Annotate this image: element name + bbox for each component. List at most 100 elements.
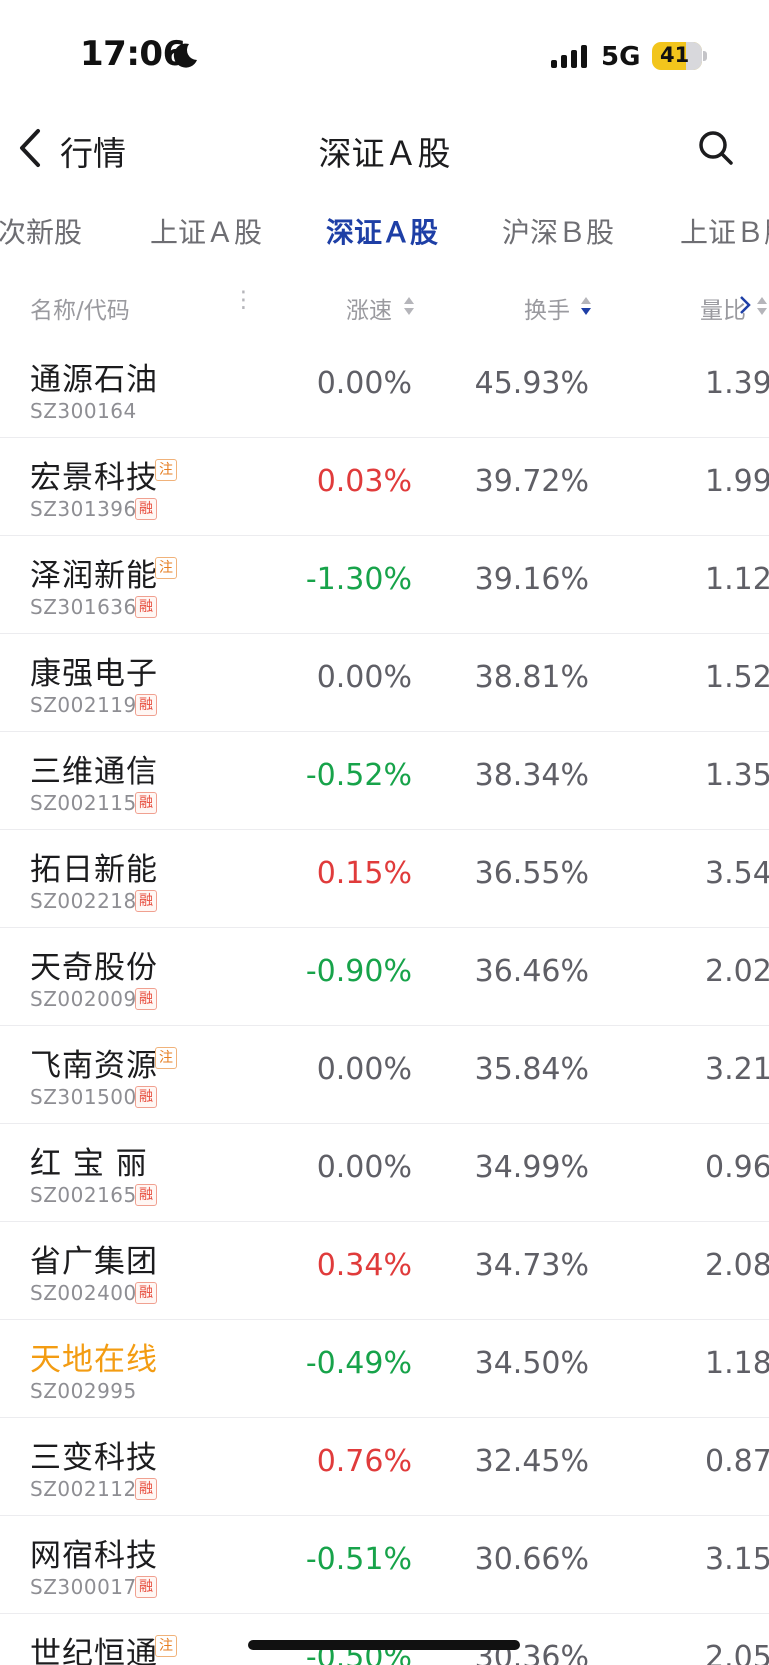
stock-row[interactable]: 泽润新能注 SZ301636 融 -1.30% 39.16% 1.12 (0, 536, 769, 634)
column-settings-icon[interactable]: ⋮ (232, 287, 255, 313)
turnover-value: 32.45% (474, 1444, 589, 1479)
nav-bar: 行情 深证Ａ股 (0, 105, 769, 190)
turnover-value: 30.66% (474, 1542, 589, 1577)
volume-ratio-value: 1.39 (705, 366, 769, 401)
turnover-value: 38.81% (474, 660, 589, 695)
stock-name: 飞南资源 (30, 1048, 158, 1084)
turnover-value: 34.99% (474, 1150, 589, 1185)
registration-badge: 注 (155, 557, 177, 579)
volume-ratio-value: 2.05 (705, 1640, 769, 1665)
stock-row[interactable]: 天地在线 SZ002995 -0.49% 34.50% 1.18 (0, 1320, 769, 1418)
stock-name: 泽润新能 (30, 558, 158, 594)
stock-row[interactable]: 通源石油 SZ300164 0.00% 45.93% 1.39 (0, 340, 769, 438)
turnover-value: 39.16% (474, 562, 589, 597)
margin-trading-badge: 融 (135, 1282, 157, 1304)
margin-trading-badge: 融 (135, 890, 157, 912)
signal-icon (551, 45, 587, 68)
stock-code: SZ002218 (30, 889, 137, 913)
stock-row[interactable]: 拓日新能 SZ002218 融 0.15% 36.55% 3.54 (0, 830, 769, 928)
volume-ratio-value: 0.96 (705, 1150, 769, 1185)
battery-icon: 41 (652, 42, 702, 70)
stock-code: SZ002165 (30, 1183, 137, 1207)
sort-icon[interactable] (403, 296, 415, 316)
volume-ratio-value: 3.21 (705, 1052, 769, 1087)
column-turnover[interactable]: 换手 (524, 291, 570, 325)
margin-trading-badge: 融 (135, 694, 157, 716)
change-speed-value: 0.34% (316, 1248, 412, 1283)
tab-cixingu[interactable]: 次新股 (0, 211, 82, 251)
stock-name: 三变科技 (30, 1440, 158, 1476)
volume-ratio-value: 2.02 (705, 954, 769, 989)
tab-shenzhen-a[interactable]: 深证Ａ股 (326, 211, 438, 251)
stock-row[interactable]: 康强电子 SZ002119 融 0.00% 38.81% 1.52 (0, 634, 769, 732)
margin-trading-badge: 融 (135, 1576, 157, 1598)
change-speed-value: 0.00% (316, 1052, 412, 1087)
margin-trading-badge: 融 (135, 1086, 157, 1108)
change-speed-value: 0.00% (316, 366, 412, 401)
stock-name: 宏景科技 (30, 460, 158, 496)
change-speed-value: 0.76% (316, 1444, 412, 1479)
status-bar: 17:06 5G 41 (0, 0, 769, 100)
stock-row[interactable]: 宏景科技注 SZ301396 融 0.03% 39.72% 1.99 (0, 438, 769, 536)
turnover-value: 45.93% (474, 366, 589, 401)
stock-name: 康强电子 (30, 656, 158, 692)
turnover-value: 36.55% (474, 856, 589, 891)
sort-desc-icon[interactable] (580, 296, 592, 316)
chevron-right-icon[interactable] (738, 294, 752, 316)
margin-trading-badge: 融 (135, 498, 157, 520)
registration-badge: 注 (155, 459, 177, 481)
change-speed-value: 0.03% (316, 464, 412, 499)
change-speed-value: 0.15% (316, 856, 412, 891)
margin-trading-badge: 融 (135, 792, 157, 814)
stock-row[interactable]: 天奇股份 SZ002009 融 -0.90% 36.46% 2.02 (0, 928, 769, 1026)
tab-shanghai-b[interactable]: 上证Ｂ股 (680, 211, 769, 251)
network-label: 5G (601, 42, 641, 72)
search-icon[interactable] (697, 129, 735, 167)
column-change-speed[interactable]: 涨速 (346, 291, 392, 325)
volume-ratio-value: 1.18 (705, 1346, 769, 1381)
turnover-value: 34.50% (474, 1346, 589, 1381)
stock-row[interactable]: 红 宝 丽 SZ002165 融 0.00% 34.99% 0.96 (0, 1124, 769, 1222)
stock-code: SZ300017 (30, 1575, 137, 1599)
column-header: 名称/代码 ⋮ 涨速 换手 量比 (0, 283, 769, 327)
margin-trading-badge: 融 (135, 1184, 157, 1206)
home-indicator[interactable] (248, 1640, 520, 1650)
tab-shsz-b[interactable]: 沪深Ｂ股 (502, 211, 614, 251)
volume-ratio-value: 1.35 (705, 758, 769, 793)
stock-row[interactable]: 省广集团 SZ002400 融 0.34% 34.73% 2.08 (0, 1222, 769, 1320)
change-speed-value: 0.00% (316, 1150, 412, 1185)
stock-code: SZ301636 (30, 595, 137, 619)
stock-name: 世纪恒通 (30, 1636, 158, 1665)
stock-name: 网宿科技 (30, 1538, 158, 1574)
volume-ratio-value: 3.54 (705, 856, 769, 891)
change-speed-value: -0.49% (305, 1346, 412, 1381)
stock-code: SZ002009 (30, 987, 137, 1011)
page-title: 深证Ａ股 (318, 134, 451, 173)
change-speed-value: -0.90% (305, 954, 412, 989)
registration-badge: 注 (155, 1047, 177, 1069)
battery-level: 41 (660, 43, 690, 67)
change-speed-value: -1.30% (305, 562, 412, 597)
volume-ratio-value: 2.08 (705, 1248, 769, 1283)
stock-name: 红 宝 丽 (30, 1146, 148, 1182)
stock-row[interactable]: 网宿科技 SZ300017 融 -0.51% 30.66% 3.15 (0, 1516, 769, 1614)
turnover-value: 38.34% (474, 758, 589, 793)
sort-icon[interactable] (756, 296, 768, 316)
volume-ratio-value: 0.87 (705, 1444, 769, 1479)
stock-row[interactable]: 三变科技 SZ002112 融 0.76% 32.45% 0.87 (0, 1418, 769, 1516)
registration-badge: 注 (155, 1635, 177, 1657)
tab-shanghai-a[interactable]: 上证Ａ股 (150, 211, 262, 251)
volume-ratio-value: 1.12 (705, 562, 769, 597)
stock-row[interactable]: 三维通信 SZ002115 融 -0.52% 38.34% 1.35 (0, 732, 769, 830)
stock-name: 天地在线 (30, 1342, 158, 1378)
margin-trading-badge: 融 (135, 988, 157, 1010)
stock-row[interactable]: 飞南资源注 SZ301500 融 0.00% 35.84% 3.21 (0, 1026, 769, 1124)
change-speed-value: 0.00% (316, 660, 412, 695)
margin-trading-badge: 融 (135, 596, 157, 618)
turnover-value: 34.73% (474, 1248, 589, 1283)
change-speed-value: -0.51% (305, 1542, 412, 1577)
column-name: 名称/代码 (30, 298, 130, 324)
turnover-value: 35.84% (474, 1052, 589, 1087)
turnover-value: 39.72% (474, 464, 589, 499)
stock-code: SZ002119 (30, 693, 137, 717)
